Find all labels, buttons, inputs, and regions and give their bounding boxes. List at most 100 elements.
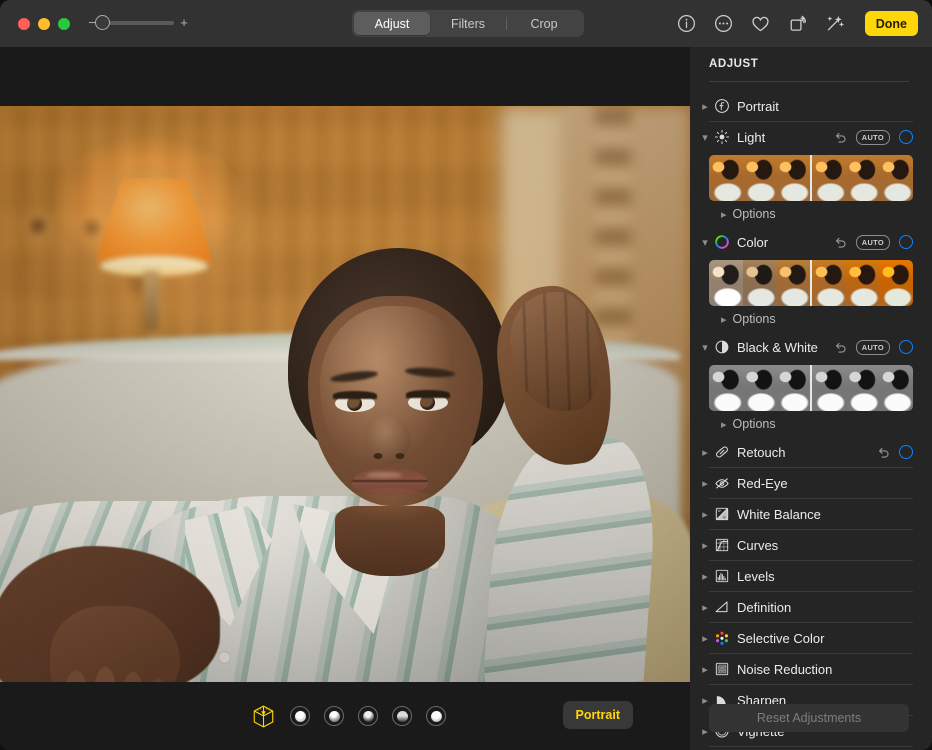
color-options-row[interactable]: ▸ Options (690, 306, 932, 332)
chevron-right-icon[interactable]: ▸ (698, 508, 712, 521)
definition-icon (712, 598, 731, 617)
sidebar-item-label: Noise Reduction (737, 662, 913, 677)
lighting-mode-stage-light-mono[interactable] (392, 706, 412, 726)
chevron-right-icon[interactable]: ▸ (698, 694, 712, 707)
red-eye-icon (712, 474, 731, 493)
tab-filters[interactable]: Filters (430, 12, 506, 35)
sidebar-item-noise-reduction[interactable]: ▸ Noise Re (690, 654, 932, 684)
chevron-right-icon[interactable]: ▸ (698, 477, 712, 490)
sidebar-item-label: Levels (737, 569, 913, 584)
done-button[interactable]: Done (865, 11, 918, 36)
filmstrip-segment[interactable] (810, 260, 913, 306)
sidebar-item-black-and-white[interactable]: ▾ Black & White AUTO (690, 332, 932, 362)
sidebar-item-label: Black & White (737, 340, 834, 355)
chevron-right-icon[interactable]: ▸ (698, 601, 712, 614)
lighting-mode-studio-light[interactable] (290, 706, 310, 726)
zoom-slider-track[interactable] (102, 21, 174, 25)
auto-badge[interactable]: AUTO (856, 130, 890, 145)
close-button[interactable] (18, 18, 30, 30)
sidebar-item-white-balance[interactable]: ▸ W B White Balance (690, 499, 932, 529)
chevron-down-icon[interactable]: ▾ (698, 341, 712, 354)
zoom-in-icon[interactable]: + (180, 16, 188, 29)
light-options-row[interactable]: ▸ Options (690, 201, 932, 227)
lighting-mode-contour-light[interactable] (324, 706, 344, 726)
black-and-white-filmstrip[interactable] (709, 365, 913, 411)
natural-light-cube-icon[interactable] (250, 703, 276, 729)
sidebar-item-definition[interactable]: ▸ Definition (690, 592, 932, 622)
adjustment-toggle[interactable] (899, 130, 913, 144)
auto-badge[interactable]: AUTO (856, 235, 890, 250)
filmstrip-segment[interactable] (709, 260, 810, 306)
zoom-slider-knob[interactable] (95, 15, 110, 30)
options-label: Options (733, 312, 776, 326)
sidebar-item-label: Portrait (737, 99, 913, 114)
adjustment-controls (877, 445, 913, 459)
sidebar-item-portrait[interactable]: ▸ Portrait (690, 91, 932, 121)
revert-icon[interactable] (834, 236, 847, 249)
sidebar-title-divider (709, 81, 909, 82)
revert-icon[interactable] (877, 446, 890, 459)
more-options-icon[interactable] (714, 14, 734, 34)
revert-icon[interactable] (834, 341, 847, 354)
divider (709, 746, 913, 747)
chevron-right-icon[interactable]: ▸ (698, 100, 712, 113)
rotate-icon[interactable] (788, 14, 808, 34)
tab-crop[interactable]: Crop (506, 12, 582, 35)
adjustment-toggle[interactable] (899, 235, 913, 249)
sidebar-item-retouch[interactable]: ▸ Retouch (690, 437, 932, 467)
adjustment-toggle[interactable] (899, 445, 913, 459)
adjust-sidebar: ADJUST ▸ Portrait ▾ (690, 47, 932, 750)
sidebar-title: ADJUST (709, 58, 758, 70)
chevron-right-icon[interactable]: ▸ (698, 632, 712, 645)
portrait-toggle-button[interactable]: Portrait (563, 701, 633, 729)
chevron-down-icon[interactable]: ▾ (698, 131, 712, 144)
sidebar-item-label: Red-Eye (737, 476, 913, 491)
sidebar-item-red-eye[interactable]: ▸ Red-Eye (690, 468, 932, 498)
chevron-right-icon[interactable]: ▸ (698, 539, 712, 552)
lighting-mode-high-key-light-mono[interactable] (426, 706, 446, 726)
adjustment-controls: AUTO (834, 235, 913, 250)
reset-adjustments-button[interactable]: Reset Adjustments (709, 704, 909, 732)
zoom-button[interactable] (58, 18, 70, 30)
color-filmstrip[interactable] (709, 260, 913, 306)
photo-color-grade (0, 106, 690, 682)
filmstrip-segment[interactable] (709, 365, 810, 411)
filmstrip-segment[interactable] (810, 365, 913, 411)
chevron-right-icon[interactable]: ▸ (698, 446, 712, 459)
chevron-down-icon[interactable]: ▾ (698, 236, 712, 249)
black-and-white-icon (712, 338, 731, 357)
black-and-white-options-row[interactable]: ▸ Options (690, 411, 932, 437)
auto-enhance-wand-icon[interactable] (825, 14, 845, 34)
sidebar-item-selective-color[interactable]: ▸ Selective Color (690, 623, 932, 653)
edited-photo[interactable] (0, 106, 690, 682)
minimize-button[interactable] (38, 18, 50, 30)
filmstrip-segment[interactable] (810, 155, 913, 201)
traffic-lights (18, 18, 70, 30)
info-icon[interactable] (677, 14, 697, 34)
sidebar-item-color[interactable]: ▾ Color (690, 227, 932, 257)
adjustment-controls: AUTO (834, 130, 913, 145)
favorite-heart-icon[interactable] (751, 14, 771, 34)
sidebar-item-curves[interactable]: ▸ Curves (690, 530, 932, 560)
chevron-right-icon[interactable]: ▸ (698, 663, 712, 676)
lighting-mode-stage-light[interactable] (358, 706, 378, 726)
chevron-right-icon[interactable]: ▸ (721, 208, 727, 221)
chevron-right-icon[interactable]: ▸ (721, 418, 727, 431)
adjustment-toggle[interactable] (899, 340, 913, 354)
sidebar-item-label: Curves (737, 538, 913, 553)
tab-adjust[interactable]: Adjust (354, 12, 430, 35)
revert-icon[interactable] (834, 131, 847, 144)
levels-icon (712, 567, 731, 586)
sidebar-item-levels[interactable]: ▸ Levels (690, 561, 932, 591)
filmstrip-segment[interactable] (709, 155, 810, 201)
chevron-right-icon[interactable]: ▸ (698, 570, 712, 583)
curves-icon (712, 536, 731, 555)
zoom-slider-control[interactable]: − + (88, 16, 188, 29)
adjustment-list: ▸ Portrait ▾ (690, 91, 932, 747)
chevron-right-icon[interactable]: ▸ (721, 313, 727, 326)
sidebar-item-light[interactable]: ▾ Light AUTO (690, 122, 932, 152)
light-filmstrip[interactable] (709, 155, 913, 201)
photo-bottom-bar: Portrait (0, 682, 690, 750)
sidebar-item-label: Selective Color (737, 631, 913, 646)
auto-badge[interactable]: AUTO (856, 340, 890, 355)
